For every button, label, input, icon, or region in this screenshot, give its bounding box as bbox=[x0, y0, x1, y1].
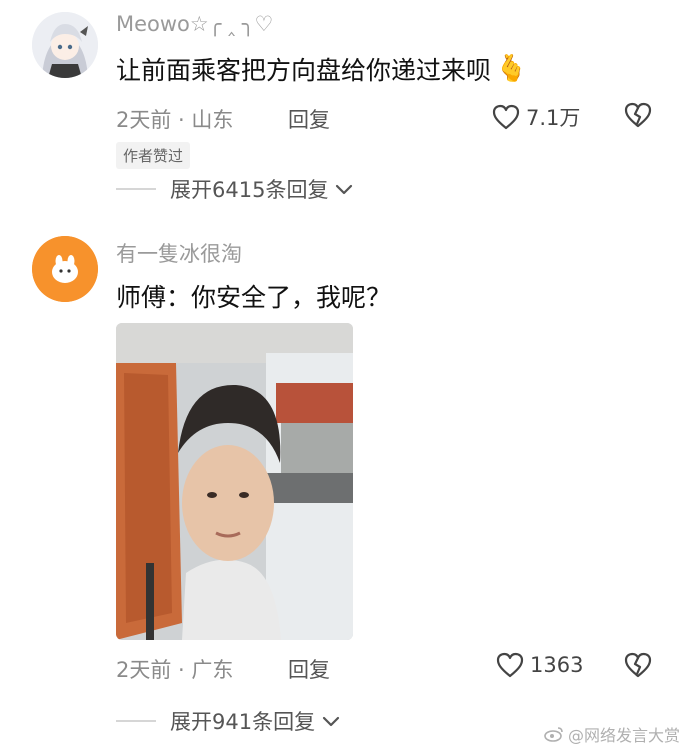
divider-line bbox=[116, 720, 156, 722]
weibo-logo-icon bbox=[544, 727, 563, 742]
dislike-button[interactable] bbox=[624, 652, 652, 682]
username[interactable]: Meowo☆╭ ‸ ╮♡ bbox=[116, 12, 273, 36]
reply-button[interactable]: 回复 bbox=[288, 654, 330, 684]
expand-replies-button[interactable]: 展开6415条回复 bbox=[116, 174, 354, 204]
heart-icon bbox=[492, 104, 520, 130]
broken-heart-icon bbox=[624, 102, 652, 128]
avatar[interactable] bbox=[32, 12, 98, 78]
chevron-down-icon bbox=[336, 184, 353, 195]
car-passenger-photo bbox=[116, 323, 353, 640]
username[interactable]: 有一隻冰很淘 bbox=[116, 238, 242, 268]
like-count: 1363 bbox=[530, 653, 584, 677]
author-liked-badge: 作者赞过 bbox=[116, 142, 191, 169]
like-button[interactable]: 7.1万 bbox=[492, 102, 580, 132]
broken-heart-icon bbox=[624, 652, 652, 678]
comment-text: 师傅：你安全了，我呢？ bbox=[116, 283, 392, 312]
dislike-button[interactable] bbox=[624, 102, 652, 132]
reply-button[interactable]: 回复 bbox=[288, 104, 330, 134]
time-location: 2天前 · 山东 bbox=[116, 108, 234, 132]
expand-replies-label: 展开6415条回复 bbox=[170, 178, 329, 202]
divider-line bbox=[116, 188, 156, 190]
time-location: 2天前 · 广东 bbox=[116, 658, 234, 682]
watermark: @网络发言大赏 bbox=[544, 722, 680, 746]
comment-image[interactable] bbox=[116, 323, 353, 640]
like-button[interactable]: 1363 bbox=[496, 652, 583, 678]
comment-text: 让前面乘客把方向盘给你递过来呗 🫰 bbox=[116, 51, 527, 87]
avatar[interactable] bbox=[32, 236, 98, 302]
like-count: 7.1万 bbox=[526, 106, 581, 130]
comment-text-body: 让前面乘客把方向盘给你递过来呗 bbox=[116, 56, 492, 85]
watermark-text: @网络发言大赏 bbox=[567, 726, 680, 745]
chevron-down-icon bbox=[322, 716, 340, 727]
expand-replies-button[interactable]: 展开941条回复 bbox=[116, 706, 341, 736]
finger-heart-emoji: 🫰 bbox=[495, 54, 528, 84]
expand-replies-label: 展开941条回复 bbox=[170, 710, 316, 734]
anime-avatar-image bbox=[32, 12, 98, 78]
rabbit-avatar-image bbox=[32, 236, 98, 302]
heart-icon bbox=[496, 652, 524, 678]
